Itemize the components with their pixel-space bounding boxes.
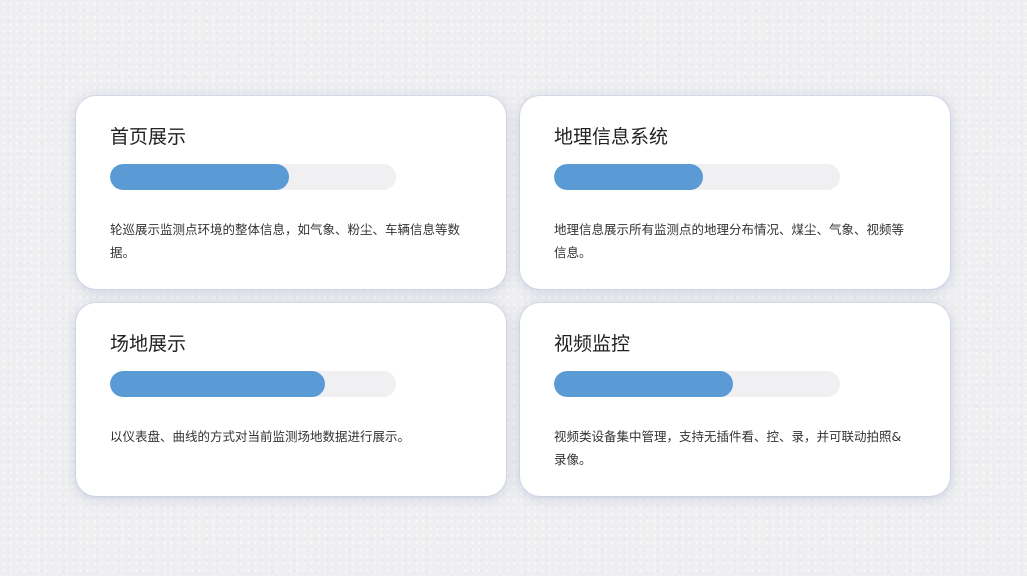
card-description: 轮巡展示监测点环境的整体信息，如气象、粉尘、车辆信息等数据。 [110,222,461,260]
progress-bar [554,371,840,397]
card-description: 以仪表盘、曲线的方式对当前监测场地数据进行展示。 [110,429,411,444]
card-title: 地理信息系统 [554,126,669,148]
card-gis-system: 地理信息系统 地理信息展示所有监测点的地理分布情况、煤尘、气象、视频等信息。 [520,96,950,289]
progress-fill [110,371,325,397]
card-site-display: 场地展示 以仪表盘、曲线的方式对当前监测场地数据进行展示。 [76,303,506,496]
progress-bar [554,164,840,190]
progress-bar [110,371,396,397]
card-description: 视频类设备集中管理，支持无插件看、控、录，并可联动拍照&录像。 [554,429,902,467]
card-title: 首页展示 [110,126,187,148]
card-homepage-display: 首页展示 轮巡展示监测点环境的整体信息，如气象、粉尘、车辆信息等数据。 [76,96,506,289]
progress-fill [554,164,703,190]
card-description: 地理信息展示所有监测点的地理分布情况、煤尘、气象、视频等信息。 [554,222,905,260]
card-video-monitoring: 视频监控 视频类设备集中管理，支持无插件看、控、录，并可联动拍照&录像。 [520,303,950,496]
card-title: 视频监控 [554,333,631,355]
progress-fill [554,371,733,397]
progress-bar [110,164,396,190]
card-title: 场地展示 [110,333,187,355]
progress-fill [110,164,289,190]
